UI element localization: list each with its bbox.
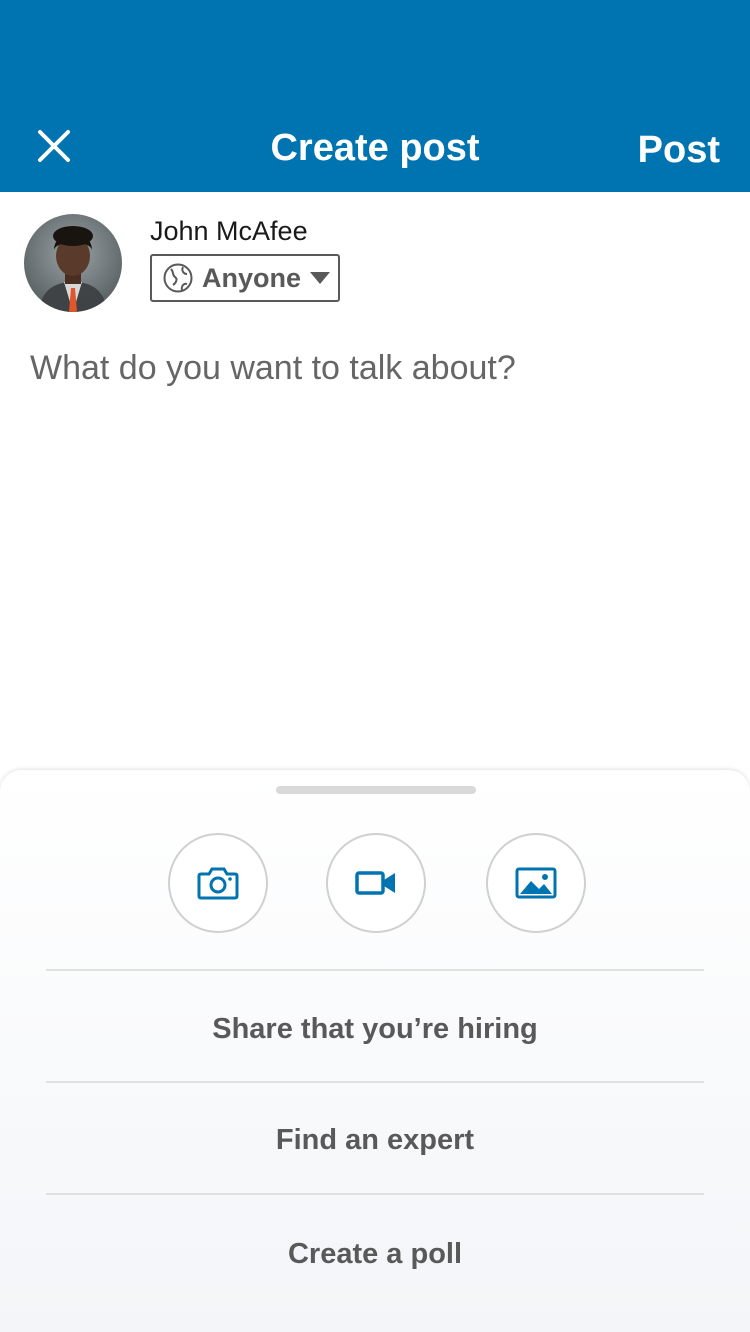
post-button[interactable]: Post [638,126,720,174]
divider [46,1193,704,1195]
divider [46,969,704,971]
bottom-sheet: Share that you’re hiring Find an expert … [0,770,750,1332]
add-image-button[interactable] [486,833,586,933]
divider [46,1081,704,1083]
find-expert-option[interactable]: Find an expert [0,1120,750,1160]
image-icon [515,867,557,899]
author-name: John McAfee [150,216,308,246]
avatar [24,214,122,312]
post-text-input[interactable] [30,340,720,740]
sheet-drag-handle[interactable] [276,786,476,794]
camera-icon [197,867,239,900]
video-icon [355,871,395,895]
visibility-dropdown[interactable]: Anyone [150,254,340,302]
add-video-button[interactable] [326,833,426,933]
share-hiring-option[interactable]: Share that you’re hiring [0,1009,750,1049]
caret-down-icon [309,271,331,285]
create-poll-option[interactable]: Create a poll [0,1234,750,1274]
visibility-label: Anyone [202,262,302,293]
add-photo-button[interactable] [168,833,268,933]
top-app-bar: Create post Post [0,0,750,192]
globe-icon [162,262,194,294]
